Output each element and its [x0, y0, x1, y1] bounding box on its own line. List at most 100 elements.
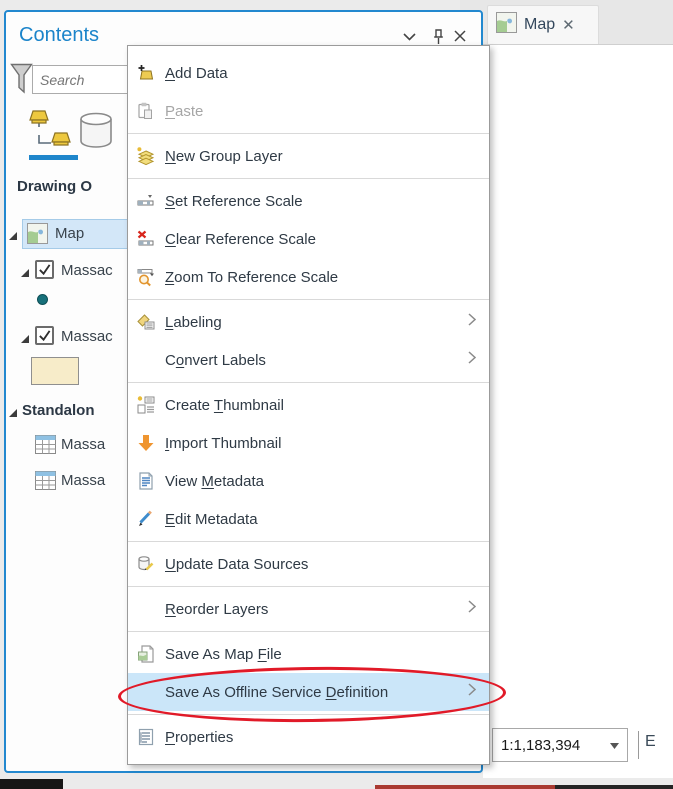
- search-input[interactable]: [32, 65, 132, 94]
- menu-separator: [128, 586, 489, 587]
- import-thumbnail-icon: [136, 433, 156, 453]
- filter-funnel-icon[interactable]: [10, 63, 33, 99]
- view-metadata-icon: [136, 471, 156, 491]
- menu-item-label: Labeling: [165, 314, 222, 331]
- zoom-to-reference-scale-icon: [136, 267, 156, 287]
- statusbar-divider: [638, 731, 639, 759]
- layer2-label[interactable]: Massac: [61, 328, 129, 345]
- table1-label[interactable]: Massa: [61, 436, 129, 453]
- menu-item-labeling[interactable]: Labeling: [128, 303, 489, 341]
- menu-item-label: Update Data Sources: [165, 556, 308, 573]
- layer2-checkbox[interactable]: [35, 326, 54, 345]
- blank-icon: [136, 682, 156, 702]
- layer1-checkbox[interactable]: [35, 260, 54, 279]
- map-tab-icon: [496, 12, 517, 38]
- map-item-label[interactable]: Map: [55, 225, 84, 242]
- edit-metadata-icon: [136, 509, 156, 529]
- standalone-expander-icon[interactable]: [8, 405, 18, 415]
- menu-item-new-group-layer[interactable]: New Group Layer: [128, 137, 489, 175]
- menu-item-view-metadata[interactable]: View Metadata: [128, 462, 489, 500]
- new-group-layer-icon: [136, 146, 156, 166]
- submenu-chevron-icon: [468, 313, 476, 331]
- drawing-order-heading: Drawing O: [17, 178, 129, 195]
- point-symbol-swatch[interactable]: [37, 294, 48, 305]
- menu-item-label: Import Thumbnail: [165, 435, 281, 452]
- set-reference-scale-icon: [136, 191, 156, 211]
- menu-item-edit-metadata[interactable]: Edit Metadata: [128, 500, 489, 538]
- bottom-black-bar: [0, 779, 63, 789]
- menu-item-label: Save As Offline Service Definition: [165, 684, 388, 701]
- statusbar-partial-text: E: [645, 733, 656, 751]
- menu-separator: [128, 299, 489, 300]
- menu-separator: [128, 631, 489, 632]
- layer1-expander-icon[interactable]: [20, 265, 30, 275]
- menu-separator: [128, 133, 489, 134]
- menu-item-label: Clear Reference Scale: [165, 231, 316, 248]
- pane-title: Contents: [19, 24, 99, 47]
- menu-item-save-as-map-file[interactable]: Save As Map File: [128, 635, 489, 673]
- tab-data-source-icon[interactable]: [78, 111, 114, 154]
- submenu-chevron-icon: [468, 351, 476, 369]
- menu-separator: [128, 541, 489, 542]
- context-menu: Add Data Paste New Group Layer Set Referenc…: [127, 45, 490, 765]
- add-data-icon: [136, 63, 156, 83]
- menu-item-import-thumbnail[interactable]: Import Thumbnail: [128, 424, 489, 462]
- table2-icon: [35, 471, 56, 495]
- app-window: Map ✕ 1:1,183,394 E Contents: [0, 0, 673, 789]
- menu-separator: [128, 382, 489, 383]
- menu-item-paste: Paste: [128, 92, 489, 130]
- menu-item-label: Save As Map File: [165, 646, 282, 663]
- bottom-dark-strip: [555, 785, 673, 789]
- save-as-map-file-icon: [136, 644, 156, 664]
- submenu-chevron-icon: [468, 600, 476, 618]
- table1-icon: [35, 435, 56, 459]
- menu-item-reorder-layers[interactable]: Reorder Layers: [128, 590, 489, 628]
- menu-item-label: Set Reference Scale: [165, 193, 303, 210]
- bottom-red-strip: [375, 785, 555, 789]
- tab-close-icon[interactable]: ✕: [562, 18, 575, 33]
- layer2-expander-icon[interactable]: [20, 331, 30, 341]
- menu-item-label: Paste: [165, 103, 203, 120]
- menu-item-update-data-sources[interactable]: Update Data Sources: [128, 545, 489, 583]
- menu-separator: [128, 714, 489, 715]
- labeling-icon: [136, 312, 156, 332]
- menu-item-label: Reorder Layers: [165, 601, 268, 618]
- table2-label[interactable]: Massa: [61, 472, 129, 489]
- blank-icon: [136, 599, 156, 619]
- map-item-icon: [27, 223, 48, 249]
- menu-item-clear-reference-scale[interactable]: Clear Reference Scale: [128, 220, 489, 258]
- scale-dropdown-caret-icon[interactable]: [610, 736, 619, 754]
- map-view-canvas[interactable]: [483, 44, 673, 778]
- menu-item-label: Create Thumbnail: [165, 397, 284, 414]
- polygon-symbol-swatch[interactable]: [31, 357, 79, 385]
- menu-item-label: View Metadata: [165, 473, 264, 490]
- tab-drawing-order-icon[interactable]: [29, 107, 73, 156]
- menu-item-add-data[interactable]: Add Data: [128, 54, 489, 92]
- menu-item-zoom-to-reference-scale[interactable]: Zoom To Reference Scale: [128, 258, 489, 296]
- layer1-label[interactable]: Massac: [61, 262, 129, 279]
- menu-separator: [128, 178, 489, 179]
- tab-map[interactable]: Map ✕: [487, 5, 599, 44]
- paste-icon: [136, 101, 156, 121]
- menu-item-label: Properties: [165, 729, 233, 746]
- menu-item-label: Add Data: [165, 65, 228, 82]
- map-tab-label: Map: [524, 16, 555, 34]
- clear-reference-scale-icon: [136, 229, 156, 249]
- menu-item-label: Zoom To Reference Scale: [165, 269, 338, 286]
- menu-item-create-thumbnail[interactable]: Create Thumbnail: [128, 386, 489, 424]
- menu-item-properties[interactable]: Properties: [128, 718, 489, 756]
- create-thumbnail-icon: [136, 395, 156, 415]
- map-expander-icon[interactable]: [8, 228, 18, 238]
- menu-item-convert-labels[interactable]: Convert Labels: [128, 341, 489, 379]
- map-scale-value: 1:1,183,394: [501, 737, 610, 754]
- menu-item-set-reference-scale[interactable]: Set Reference Scale: [128, 182, 489, 220]
- menu-item-label: New Group Layer: [165, 148, 283, 165]
- update-data-sources-icon: [136, 554, 156, 574]
- menu-item-save-as-offline-service-definition[interactable]: Save As Offline Service Definition: [128, 673, 489, 711]
- menu-item-label: Edit Metadata: [165, 511, 258, 528]
- menu-item-label: Convert Labels: [165, 352, 266, 369]
- active-tab-indicator: [29, 155, 78, 160]
- standalone-tables-heading[interactable]: Standalon: [22, 402, 129, 419]
- submenu-chevron-icon: [468, 683, 476, 701]
- map-scale-combobox[interactable]: 1:1,183,394: [492, 728, 628, 762]
